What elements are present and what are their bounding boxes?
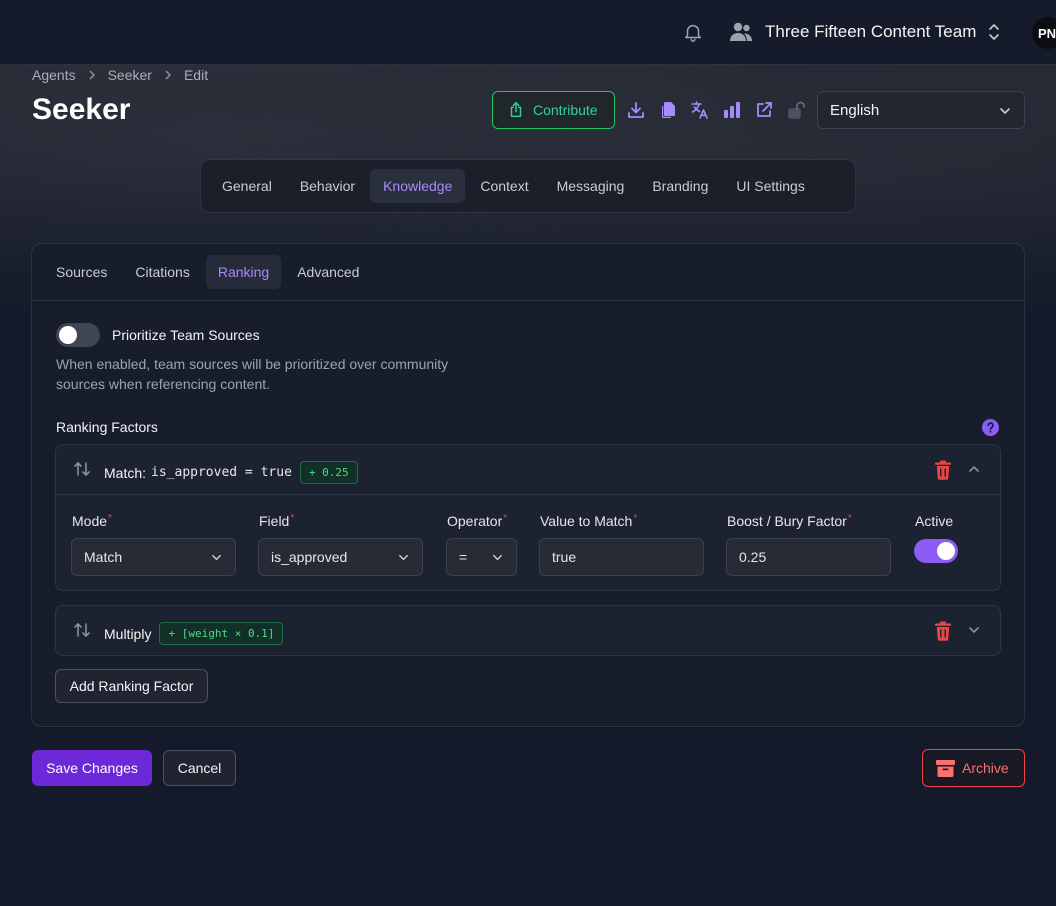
ranking-factors-label: Ranking Factors [56, 419, 158, 435]
factor-expression: is_approved = true [151, 465, 292, 480]
breadcrumb-seeker[interactable]: Seeker [108, 67, 152, 83]
toggle-knob [59, 326, 77, 344]
drag-sort-icon[interactable] [72, 620, 92, 640]
boost-bury-label: Boost / Bury Factor* [727, 513, 852, 529]
page-title: Seeker [32, 93, 131, 126]
language-value: English [830, 101, 880, 119]
trash-icon[interactable] [934, 621, 952, 641]
bell-icon[interactable] [682, 21, 704, 43]
chevron-down-icon [493, 554, 502, 561]
subtab-ranking[interactable]: Ranking [205, 255, 282, 289]
trash-icon[interactable] [934, 460, 952, 480]
contribute-label: Contribute [533, 102, 598, 118]
operator-select[interactable]: = [446, 538, 517, 576]
mode-label: Mode* [72, 513, 112, 529]
tab-knowledge[interactable]: Knowledge [370, 169, 466, 203]
tab-behavior[interactable]: Behavior [287, 169, 368, 203]
team-switcher-label[interactable]: Three Fifteen Content Team [765, 22, 976, 42]
field-label: Field* [259, 513, 295, 529]
drag-sort-icon[interactable] [72, 459, 92, 479]
chevron-down-icon [399, 554, 408, 561]
unlock-icon[interactable] [786, 100, 806, 120]
tab-ui-settings[interactable]: UI Settings [723, 169, 817, 203]
prioritize-label: Prioritize Team Sources [112, 327, 260, 343]
operator-label: Operator* [447, 513, 508, 529]
translate-icon[interactable] [690, 100, 710, 120]
chevron-down-icon[interactable] [967, 623, 981, 637]
knowledge-card: Sources Citations Ranking Advanced Prior… [31, 243, 1025, 727]
language-select[interactable]: English [817, 91, 1025, 129]
breadcrumb-agents[interactable]: Agents [32, 67, 76, 83]
boost-bury-value: 0.25 [739, 549, 767, 565]
factor-type: Multiply [104, 625, 152, 642]
prioritize-description: When enabled, team sources will be prior… [56, 356, 449, 392]
prioritize-team-sources-toggle[interactable] [56, 323, 100, 347]
chevron-right-icon [89, 70, 95, 80]
share-upload-icon [510, 102, 522, 118]
ranking-factor-title: Multiply + [weight × 0.1] [104, 622, 284, 645]
chevron-up-down-icon[interactable] [986, 22, 1002, 42]
archive-box-icon [936, 759, 955, 777]
tab-messaging[interactable]: Messaging [544, 169, 638, 203]
add-ranking-factor-button[interactable]: Add Ranking Factor [55, 669, 208, 703]
active-label: Active [915, 513, 954, 529]
value-to-match-value: true [552, 549, 577, 565]
save-changes-button[interactable]: Save Changes [32, 750, 152, 786]
factor-boost-badge: + [weight × 0.1] [159, 622, 284, 645]
top-bar: Three Fifteen Content Team PN [0, 0, 1056, 65]
main-tabs: General Behavior Knowledge Context Messa… [200, 159, 856, 213]
external-link-icon[interactable] [754, 100, 774, 120]
boost-bury-input[interactable]: 0.25 [726, 538, 891, 576]
field-value: is_approved [271, 549, 348, 565]
copy-icon[interactable] [658, 100, 678, 120]
ranking-factor-header[interactable]: Match: is_approved = true + 0.25 [56, 445, 1000, 494]
ranking-factor-fields: Mode* Match Field* is_approved Operator*… [56, 494, 1000, 590]
factor-type: Match: [104, 464, 147, 481]
cancel-button[interactable]: Cancel [163, 750, 236, 786]
mode-select[interactable]: Match [71, 538, 236, 576]
operator-value: = [459, 549, 468, 565]
chevron-down-icon [1000, 108, 1010, 114]
ranking-factor-item: Multiply + [weight × 0.1] [55, 605, 1001, 656]
contribute-button[interactable]: Contribute [492, 91, 615, 129]
value-to-match-input[interactable]: true [539, 538, 704, 576]
breadcrumb-edit: Edit [183, 67, 209, 83]
users-icon [730, 22, 752, 41]
ranking-factor-item: Match: is_approved = true + 0.25 Mode* M… [55, 444, 1001, 591]
value-to-match-label: Value to Match* [540, 513, 638, 529]
user-avatar[interactable]: PN [1032, 17, 1056, 49]
chevron-up-icon[interactable] [967, 462, 981, 476]
download-icon[interactable] [626, 100, 646, 120]
archive-label: Archive [962, 760, 1009, 776]
tab-general[interactable]: General [209, 169, 285, 203]
subtab-citations[interactable]: Citations [123, 255, 201, 289]
chevron-down-icon [212, 554, 221, 561]
active-toggle[interactable] [914, 539, 958, 563]
sub-tabs: Sources Citations Ranking Advanced [32, 244, 1024, 301]
chevron-right-icon [165, 70, 172, 80]
field-select[interactable]: is_approved [258, 538, 423, 576]
subtab-advanced[interactable]: Advanced [285, 255, 371, 289]
ranking-factor-title: Match: is_approved = true + 0.25 [104, 461, 358, 484]
tab-branding[interactable]: Branding [639, 169, 721, 203]
chart-bar-icon[interactable] [722, 100, 742, 120]
archive-button[interactable]: Archive [922, 749, 1025, 787]
mode-value: Match [84, 549, 123, 565]
breadcrumb: Agents Seeker Edit [32, 66, 208, 84]
ranking-factor-header[interactable]: Multiply + [weight × 0.1] [56, 606, 1000, 655]
subtab-sources[interactable]: Sources [44, 255, 119, 289]
tab-context[interactable]: Context [467, 169, 541, 203]
question-help-icon[interactable] [982, 419, 999, 436]
toggle-knob [937, 542, 955, 560]
factor-boost-badge: + 0.25 [299, 461, 358, 484]
